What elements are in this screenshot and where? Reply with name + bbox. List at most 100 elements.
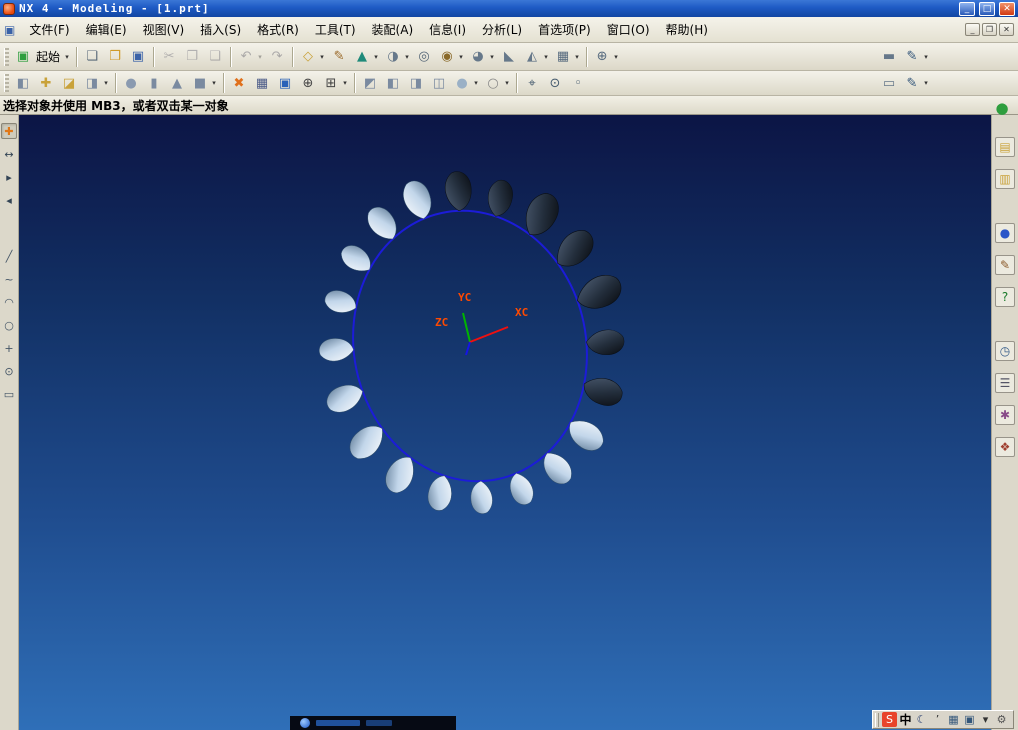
datum-csys-button[interactable]: ✚ [35, 72, 57, 94]
datum-plane-button[interactable]: ◇ ▾ [297, 46, 327, 68]
resource-home-icon[interactable]: ● [993, 99, 1011, 117]
pan-arrows-button[interactable]: ↔ [1, 146, 17, 162]
langbar-options-icon[interactable]: ▾ [978, 712, 993, 727]
window-select-button[interactable]: ▣ [274, 72, 296, 94]
selection-filter-button[interactable]: ✚ [1, 123, 17, 139]
style-pen-button[interactable]: ✎ ▾ [901, 72, 931, 94]
wireframe-display-button[interactable]: ○ ▾ [482, 72, 512, 94]
zoom-view-button[interactable]: ⊕ [297, 72, 319, 94]
details-panel-button[interactable]: ☰ [995, 373, 1015, 393]
menu-assemblies[interactable]: 装配(A) [364, 17, 422, 42]
annotation-pen-button[interactable]: ✎ ▾ [901, 46, 931, 68]
plane-tool-button[interactable]: ◨ ▾ [81, 72, 111, 94]
internet-browser-button[interactable]: ● [995, 223, 1015, 243]
view-top-button[interactable]: ◨ [405, 72, 427, 94]
doc-restore-button[interactable]: ❐ [982, 23, 997, 36]
spline-tool-button[interactable]: ~ [1, 271, 17, 287]
toolbar-gripper[interactable] [4, 47, 9, 66]
revolve-button[interactable]: ◑ ▾ [382, 46, 412, 68]
minimize-button[interactable]: _ [959, 1, 975, 16]
menu-window[interactable]: 窗口(O) [599, 17, 658, 42]
maximize-button[interactable]: □ [979, 1, 995, 16]
menu-information[interactable]: 信息(I) [421, 17, 474, 42]
copy-button[interactable]: ❐ [181, 46, 203, 68]
paste-button[interactable]: ❑ [204, 46, 226, 68]
sphere-tool-button[interactable]: ● [120, 72, 142, 94]
save-part-button[interactable]: ▣ [127, 46, 149, 68]
instance-feature-button[interactable]: ▦ ▾ [552, 46, 582, 68]
undo-button[interactable]: ↶ ▾ [235, 46, 265, 68]
system-tools-button[interactable]: ✱ [995, 405, 1015, 425]
graphics-viewport[interactable]: YC XC ZC [19, 115, 991, 730]
materials-palette-button[interactable]: ✎ [995, 255, 1015, 275]
ime-sogou-icon[interactable]: S [882, 712, 897, 727]
point-constructor-button[interactable]: ◪ [58, 72, 80, 94]
line-tool-button[interactable]: ╱ [1, 248, 17, 264]
toolbar-gripper[interactable] [4, 74, 9, 92]
ime-mode-icon[interactable]: ☾ [914, 712, 929, 727]
trim-body-button[interactable]: ◭ ▾ [521, 46, 551, 68]
punctuation-mode-icon[interactable]: ’ [930, 712, 945, 727]
redo-button[interactable]: ↷ [266, 46, 288, 68]
langbar-tools-icon[interactable]: ⚙ [994, 712, 1009, 727]
snap-point-button[interactable]: ⌖ [521, 72, 543, 94]
dock-toolbar-button[interactable]: ▬ [878, 46, 900, 68]
cut-button[interactable]: ✂ [158, 46, 180, 68]
menu-analysis[interactable]: 分析(L) [474, 17, 530, 42]
menu-help[interactable]: 帮助(H) [658, 17, 716, 42]
user-groups-button[interactable]: ❖ [995, 437, 1015, 457]
new-part-button[interactable]: ❏ [81, 46, 103, 68]
snap-intersection-button[interactable]: ⊙ [544, 72, 566, 94]
ruler-tool-button[interactable]: ▭ [878, 72, 900, 94]
target-point-button[interactable]: ⊙ [1, 363, 17, 379]
start-button[interactable]: ▣ 起始 ▾ [12, 46, 72, 68]
menu-file[interactable]: 文件(F) [21, 17, 77, 42]
cone-tool-button[interactable]: ▲ [166, 72, 188, 94]
help-button[interactable]: ? [995, 287, 1015, 307]
history-palette-button[interactable]: ◷ [995, 341, 1015, 361]
assembly-navigator-button[interactable]: ▤ [995, 137, 1015, 157]
rectangle-tool-button[interactable]: ▭ [1, 386, 17, 402]
langbar-gripper[interactable] [875, 712, 879, 727]
extrude-button[interactable]: ▲ ▾ [351, 46, 381, 68]
doc-minimize-button[interactable]: _ [965, 23, 980, 36]
menu-format[interactable]: 格式(R) [249, 17, 307, 42]
lang-chinese-icon[interactable]: 中 [898, 712, 913, 727]
delete-object-button[interactable]: ✖ [228, 72, 250, 94]
circle-tool-button[interactable]: ○ [1, 317, 17, 333]
cone-tool-icon: ▲ [172, 75, 182, 91]
grid-display-button[interactable]: ▦ [251, 72, 273, 94]
cylinder-tool-button[interactable]: ▮ [143, 72, 165, 94]
hole-button[interactable]: ◎ [413, 46, 435, 68]
ime-toolbar-icon[interactable]: ▣ [962, 712, 977, 727]
view-trimetric-button[interactable]: ◩ [359, 72, 381, 94]
view-front-button[interactable]: ◧ [382, 72, 404, 94]
left-toolbar: ✚ ↔ ▸ ◂ ╱ ~ ◠ ○ + ⊙ ▭ [0, 115, 19, 730]
point-tool-button[interactable]: + [1, 340, 17, 356]
unite-button[interactable]: ◉ ▾ [436, 46, 466, 68]
snap-midpoint-button[interactable]: ◦ [567, 72, 589, 94]
expand-right-button[interactable]: ▸ [1, 169, 17, 185]
chamfer-button[interactable]: ◣ [498, 46, 520, 68]
block-tool-button[interactable]: ■ ▾ [189, 72, 219, 94]
edge-blend-button[interactable]: ◕ ▾ [467, 46, 497, 68]
menu-edit[interactable]: 编辑(E) [78, 17, 135, 42]
menu-view[interactable]: 视图(V) [135, 17, 193, 42]
open-part-button[interactable]: ❒ [104, 46, 126, 68]
arc-tool-button[interactable]: ◠ [1, 294, 17, 310]
view-isometric-button[interactable]: ◫ [428, 72, 450, 94]
shaded-display-button[interactable]: ● ▾ [451, 72, 481, 94]
soft-keyboard-icon[interactable]: ▦ [946, 712, 961, 727]
part-navigator-button[interactable]: ▥ [995, 169, 1015, 189]
close-button[interactable]: ✕ [999, 1, 1015, 16]
collapse-left-button[interactable]: ◂ [1, 192, 17, 208]
fit-view-button[interactable]: ⊞ ▾ [320, 72, 350, 94]
menu-insert[interactable]: 插入(S) [192, 17, 249, 42]
doc-close-button[interactable]: ✕ [999, 23, 1014, 36]
orient-view-button[interactable]: ◧ [12, 72, 34, 94]
menu-preferences[interactable]: 首选项(P) [530, 17, 599, 42]
menu-tools[interactable]: 工具(T) [307, 17, 364, 42]
sketch-button[interactable]: ✎ [328, 46, 350, 68]
measure-distance-button[interactable]: ⊕ ▾ [591, 46, 621, 68]
grid-display-icon: ▦ [255, 75, 269, 91]
